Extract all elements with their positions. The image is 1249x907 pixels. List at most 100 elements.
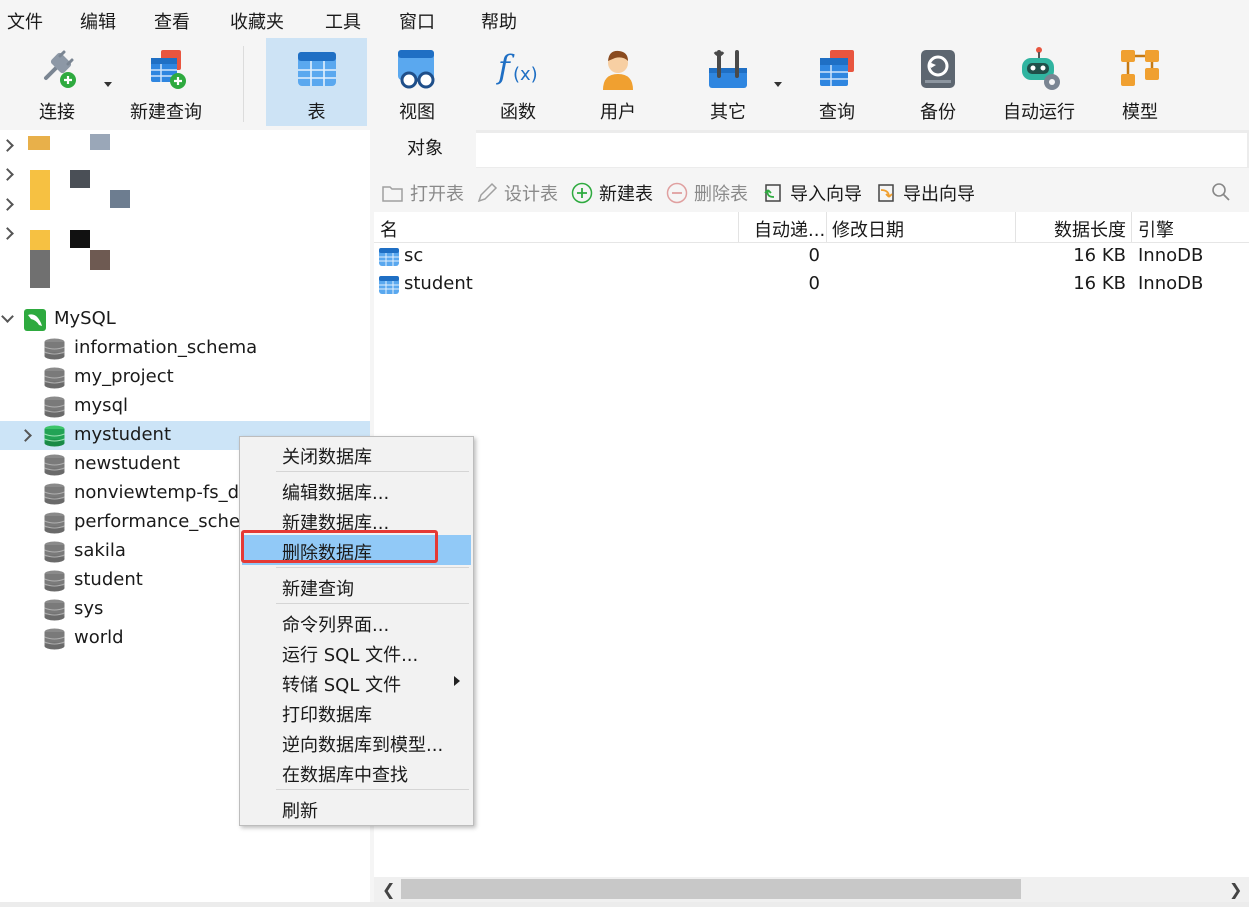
database-label: mysql [74,395,128,416]
menu-separator [276,567,469,568]
menu-favorites[interactable]: 收藏夹 [230,8,284,34]
menu-item-reverse-to-model[interactable]: 逆向数据库到模型... [242,727,471,757]
database-label: newstudent [74,453,181,474]
column-header-data-length[interactable]: 数据长度 [1054,216,1126,242]
new-query-icon [151,50,186,89]
database-icon [44,512,65,534]
expand-arrow-icon[interactable] [19,429,32,442]
user-button[interactable]: 用户 [574,38,662,126]
object-toolbar: 打开表 设计表 新建表 删除表 导入向导 导出向导 [374,170,1249,212]
menu-window[interactable]: 窗口 [399,8,435,34]
expand-arrow-icon[interactable] [1,227,14,240]
highlight-annotation [241,530,438,563]
menu-item-find-in-database[interactable]: 在数据库中查找 [242,757,471,787]
connect-dropdown-icon[interactable] [104,82,112,87]
other-button[interactable]: 其它 [685,38,771,126]
menu-edit[interactable]: 编辑 [80,8,116,34]
view-button[interactable]: 视图 [372,38,462,126]
column-divider[interactable] [826,212,827,242]
obscured-region [30,170,50,210]
table-button[interactable]: 表 [266,38,367,126]
view-label: 视图 [399,102,435,123]
menu-item-edit-database[interactable]: 编辑数据库... [242,475,471,505]
user-label: 用户 [600,102,636,123]
menu-item-refresh[interactable]: 刷新 [242,793,471,823]
database-item[interactable]: information_schema [0,334,370,363]
connect-label: 连接 [39,102,75,123]
search-icon[interactable] [1211,182,1231,202]
model-icon [1121,50,1159,86]
scroll-right-icon[interactable]: ❯ [1229,880,1242,899]
design-table-button[interactable]: 设计表 [476,180,566,205]
connect-button[interactable]: 连接 [14,38,100,126]
other-dropdown-icon[interactable] [774,82,782,87]
menu-bar: 文件 编辑 查看 收藏夹 工具 窗口 帮助 [0,0,1249,38]
menu-item-label: 关闭数据库 [282,447,372,468]
column-header-auto-increment[interactable]: 自动递... [754,216,825,242]
database-icon [44,396,65,418]
new-query-label: 新建查询 [130,102,202,123]
query-button[interactable]: 查询 [793,38,881,126]
menu-item-command-line[interactable]: 命令列界面... [242,607,471,637]
backup-icon [921,50,955,88]
column-divider[interactable] [1131,212,1132,242]
scrollbar-thumb[interactable] [401,879,1021,899]
backup-label: 备份 [920,102,956,123]
menu-item-label: 转储 SQL 文件 [282,675,402,696]
import-wizard-button[interactable]: 导入向导 [762,180,870,205]
expand-arrow-icon[interactable] [1,168,14,181]
menu-item-close-database[interactable]: 关闭数据库 [242,439,471,469]
cell-auto-increment: 0 [808,245,820,266]
table-list: 名 自动递... 修改日期 数据长度 引擎 sc 0 16 KB InnoDB … [374,212,1249,877]
table-row[interactable]: student 0 16 KB InnoDB [374,271,1249,299]
backup-button[interactable]: 备份 [894,38,982,126]
open-table-button[interactable]: 打开表 [382,180,472,205]
expand-arrow-icon[interactable] [1,198,14,211]
menu-item-new-query[interactable]: 新建查询 [242,571,471,601]
menu-file[interactable]: 文件 [7,8,43,34]
expand-arrow-icon[interactable] [1,139,14,152]
column-header-name[interactable]: 名 [380,216,398,242]
cell-name: sc [404,245,424,266]
export-wizard-button[interactable]: 导出向导 [875,180,983,205]
obscured-region [30,230,50,250]
model-button[interactable]: 模型 [1096,38,1184,126]
connection-mysql[interactable]: MySQL [0,305,370,334]
table-row[interactable]: sc 0 16 KB InnoDB [374,243,1249,271]
menu-item-dump-sql-file[interactable]: 转储 SQL 文件 [242,667,471,697]
column-divider[interactable] [1015,212,1016,242]
collapse-arrow-icon[interactable] [1,310,14,323]
menu-tools[interactable]: 工具 [325,8,361,34]
menu-view[interactable]: 查看 [154,8,190,34]
design-table-label: 设计表 [504,184,558,205]
delete-table-button[interactable]: 删除表 [666,180,756,205]
database-label: information_schema [74,337,258,358]
cell-auto-increment: 0 [808,273,820,294]
column-divider[interactable] [738,212,739,242]
new-table-button[interactable]: 新建表 [571,180,661,205]
menu-help[interactable]: 帮助 [481,8,517,34]
database-item[interactable]: mysql [0,392,370,421]
tab-objects[interactable]: 对象 [374,130,476,168]
automation-label: 自动运行 [1003,102,1075,123]
function-button[interactable]: f (x) 函数 [474,38,562,126]
database-label: sakila [74,540,126,561]
database-icon [44,570,65,592]
menu-item-print-database[interactable]: 打印数据库 [242,697,471,727]
delete-table-label: 删除表 [694,184,748,205]
column-header-engine[interactable]: 引擎 [1138,216,1174,242]
obscured-region [110,190,130,208]
horizontal-scrollbar[interactable]: ❮ ❯ [374,877,1249,902]
new-table-label: 新建表 [599,184,653,205]
menu-item-run-sql-file[interactable]: 运行 SQL 文件... [242,637,471,667]
cell-engine: InnoDB [1138,245,1204,266]
database-label: sys [74,598,104,619]
cell-data-length: 16 KB [1073,245,1126,266]
model-label: 模型 [1122,102,1158,123]
new-query-button[interactable]: 新建查询 [122,38,210,126]
column-header-modified[interactable]: 修改日期 [832,216,904,242]
database-item[interactable]: my_project [0,363,370,392]
export-wizard-label: 导出向导 [903,184,975,205]
automation-button[interactable]: 自动运行 [995,38,1083,126]
scroll-left-icon[interactable]: ❮ [382,880,395,899]
